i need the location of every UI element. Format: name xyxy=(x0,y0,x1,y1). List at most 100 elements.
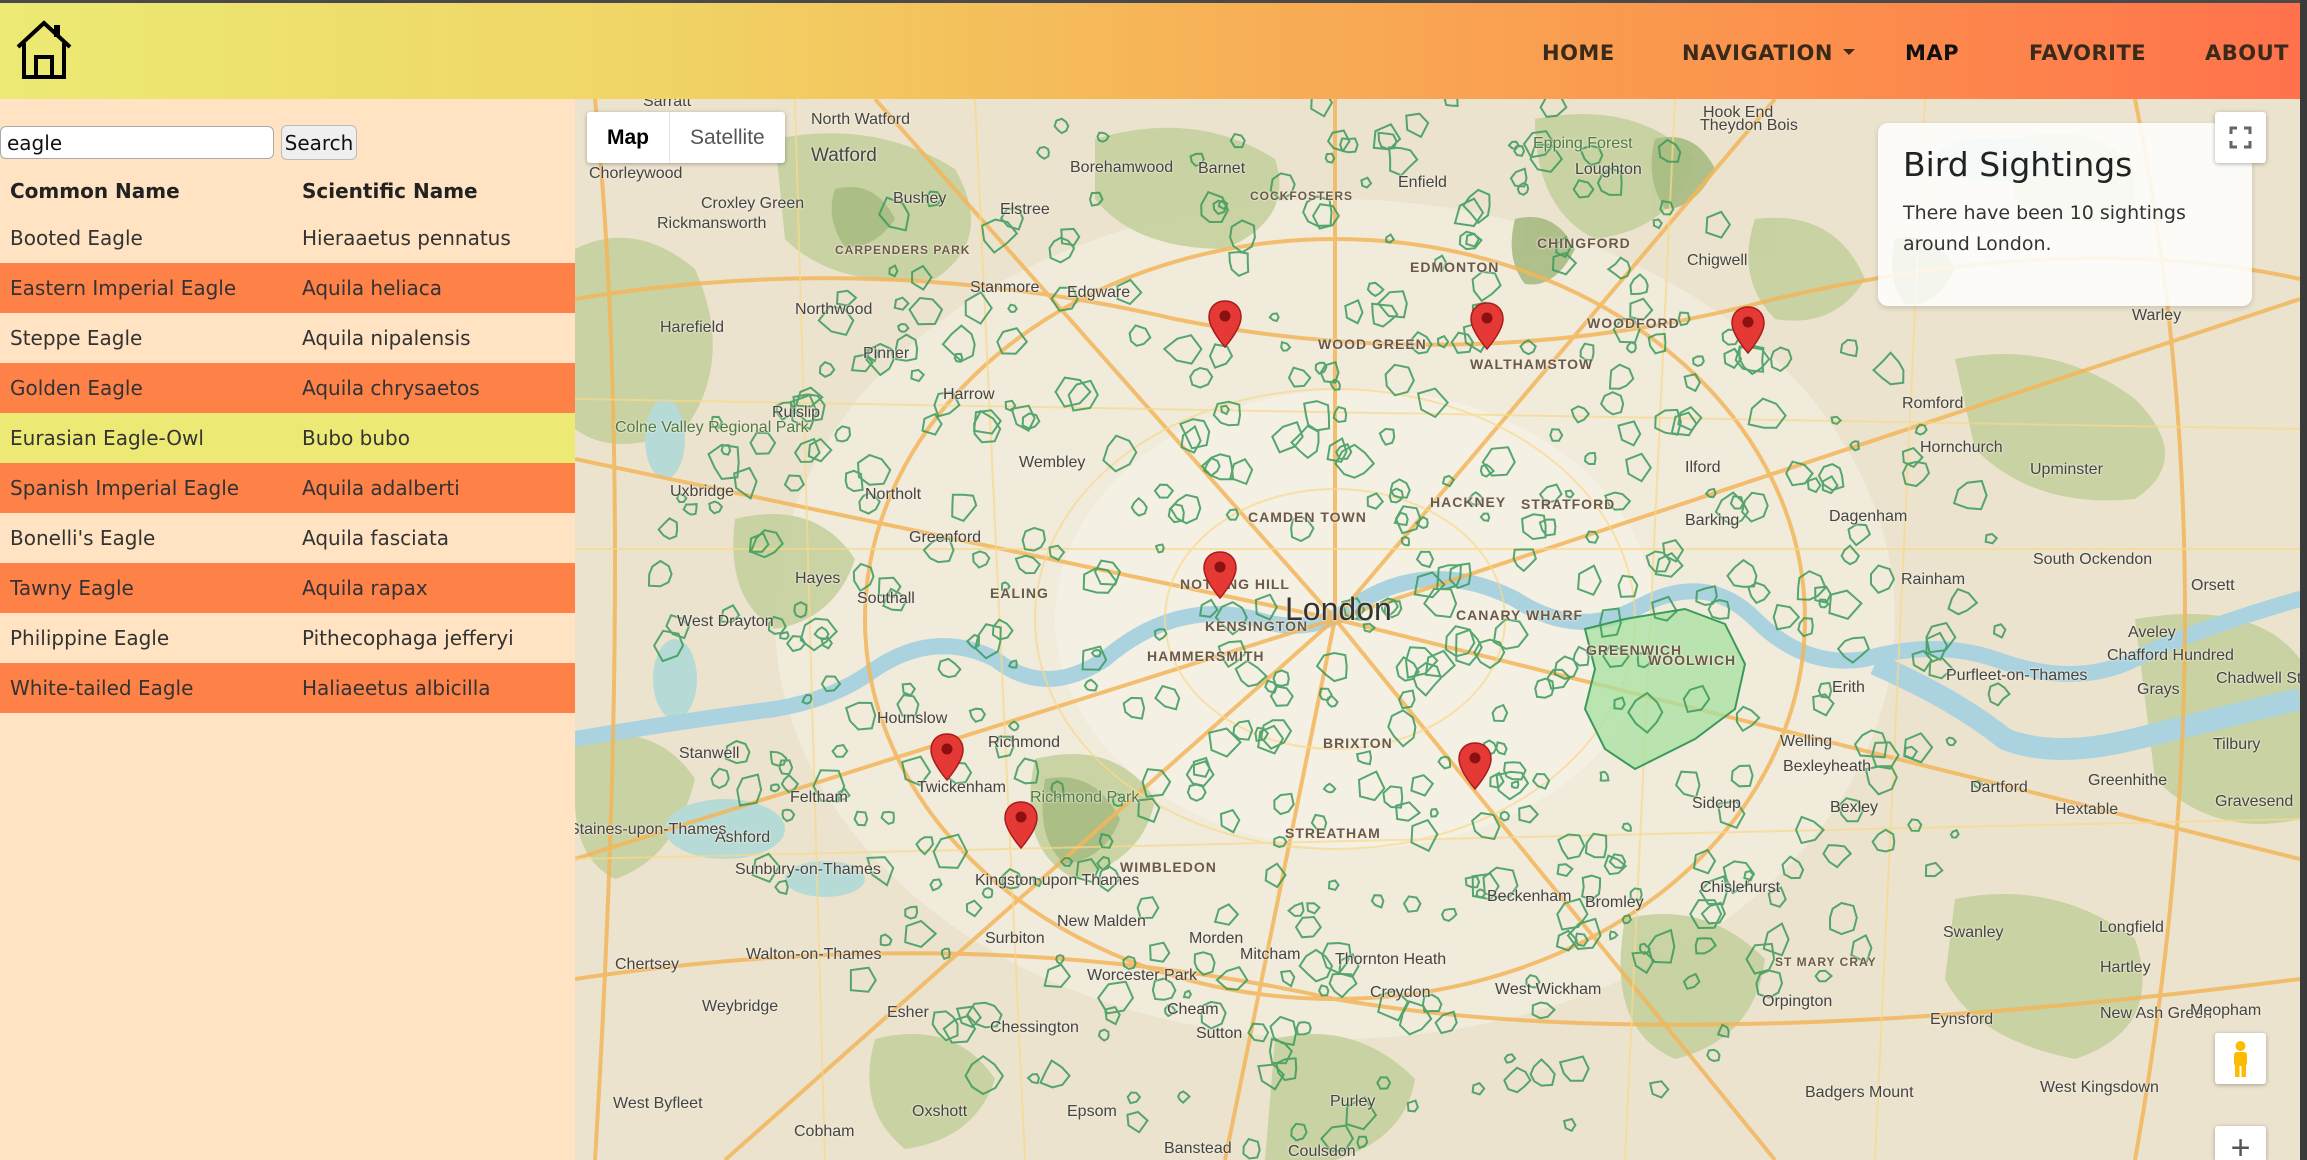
map-pin-icon[interactable] xyxy=(1202,550,1238,600)
map-label-town: Chadwell St Mary xyxy=(2216,670,2300,687)
table-row[interactable]: Booted Eagle Hieraaetus pennatus xyxy=(0,213,575,263)
fullscreen-button[interactable] xyxy=(2215,112,2266,163)
map-label-town: West Wickham xyxy=(1495,981,1602,998)
map-label-town: Sunbury-on-Thames xyxy=(735,861,881,878)
map-label-town: Watford xyxy=(811,145,877,166)
map-label-town: Dagenham xyxy=(1829,508,1908,525)
table-row[interactable]: Eurasian Eagle-Owl Bubo bubo xyxy=(0,413,575,463)
map-label-district: COCKFOSTERS xyxy=(1250,189,1354,203)
map-label-district: STREATHAM xyxy=(1285,825,1381,841)
table-row[interactable]: Philippine Eagle Pithecophaga jefferyi xyxy=(0,613,575,663)
map-label-town: Romford xyxy=(1902,395,1964,412)
map-label-town: Uxbridge xyxy=(670,483,735,500)
map-label-town: Chorleywood xyxy=(589,165,683,182)
map-pin-icon[interactable] xyxy=(1457,741,1493,791)
map-label-town: Croydon xyxy=(1370,984,1431,1001)
map-label-town: Chertsey xyxy=(615,956,680,973)
map-label-town: Dartford xyxy=(1970,779,2028,796)
map-label-town: West Kingsdown xyxy=(2040,1079,2159,1096)
cell-scientific-name: Hieraaetus pennatus xyxy=(302,226,511,250)
map-label-town: Meopham xyxy=(2190,1002,2262,1019)
map-label-town: Hextable xyxy=(2055,801,2119,818)
map-label-town: Purfleet-on-Thames xyxy=(1946,667,2088,684)
map-label-town: Mitcham xyxy=(1240,946,1301,963)
zoom-in-button[interactable]: + xyxy=(2215,1126,2266,1160)
nav-home-link[interactable]: HOME xyxy=(1542,41,1615,65)
map-label-district: CARPENDERS PARK xyxy=(835,243,971,257)
map-label-town: Banstead xyxy=(1164,1140,1232,1157)
map-label-town: Greenhithe xyxy=(2088,772,2168,789)
cell-common-name: Philippine Eagle xyxy=(10,626,170,650)
table-row[interactable]: Golden Eagle Aquila chrysaetos xyxy=(0,363,575,413)
nav-navigation-label: NAVIGATION xyxy=(1682,41,1833,65)
map-label-town: Bromley xyxy=(1585,894,1644,911)
map-label-town: Esher xyxy=(887,1004,929,1021)
map-label-town: Cobham xyxy=(794,1123,855,1140)
map-label-park: Colne Valley Regional Park xyxy=(615,419,809,436)
map-label-town: Harrow xyxy=(943,386,995,403)
map-label-town: Enfield xyxy=(1398,174,1447,191)
table-row[interactable]: Tawny Eagle Aquila rapax xyxy=(0,563,575,613)
nav-favorite-link[interactable]: FAVORITE xyxy=(2029,41,2146,65)
map-type-satellite-button[interactable]: Satellite xyxy=(670,112,785,163)
cell-common-name: Eastern Imperial Eagle xyxy=(0,263,292,313)
map-pin-icon[interactable] xyxy=(1207,299,1243,349)
column-header-common-name: Common Name xyxy=(10,178,180,203)
map-label-town: Northwood xyxy=(795,301,873,318)
map-pin-icon[interactable] xyxy=(1003,800,1039,850)
map-type-map-button[interactable]: Map xyxy=(587,112,670,163)
map-label-town: Orpington xyxy=(1762,993,1833,1010)
map-label-town: Orsett xyxy=(2191,577,2235,594)
map-label-town: West Drayton xyxy=(677,613,774,630)
table-row[interactable]: Eastern Imperial Eagle Aquila heliaca xyxy=(0,263,575,313)
map-label-town: Aveley xyxy=(2128,624,2176,641)
cell-scientific-name: Aquila rapax xyxy=(292,563,575,613)
map-label-town: Swanley xyxy=(1943,924,2004,941)
street-view-pegman-button[interactable] xyxy=(2215,1033,2266,1084)
map-label-district: EDMONTON xyxy=(1410,259,1500,275)
cell-scientific-name: Pithecophaga jefferyi xyxy=(302,626,514,650)
table-header-row: Common Name Scientific Name xyxy=(0,168,575,213)
map-label-town: South Ockendon xyxy=(2033,551,2153,568)
map-label-town: New Malden xyxy=(1057,913,1146,930)
map-pin-icon[interactable] xyxy=(1730,305,1766,355)
map-label-district: WOODFORD xyxy=(1587,315,1680,331)
map-label-town: Purley xyxy=(1330,1093,1376,1110)
cell-scientific-name: Bubo bubo xyxy=(292,413,575,463)
map-label-town: Rickmansworth xyxy=(657,215,767,232)
info-card-title: Bird Sightings xyxy=(1903,145,2133,184)
map-label-district: CHINGFORD xyxy=(1537,235,1631,251)
map-label-town: North Watford xyxy=(811,111,910,128)
map-label-town: Feltham xyxy=(790,789,848,806)
map-label-town: Barnet xyxy=(1198,160,1246,177)
cell-common-name: White-tailed Eagle xyxy=(0,663,292,713)
map-view[interactable]: London CAMDEN TOWN HACKNEY STRATFORD NOT… xyxy=(575,99,2300,1160)
map-label-town: Bushey xyxy=(893,190,947,207)
map-label-town: Walton-on-Thames xyxy=(746,946,882,963)
table-row[interactable]: Steppe Eagle Aquila nipalensis xyxy=(0,313,575,363)
cell-common-name: Eurasian Eagle-Owl xyxy=(0,413,292,463)
map-label-town: Barking xyxy=(1685,512,1740,529)
search-button[interactable]: Search xyxy=(281,125,357,160)
cell-common-name: Booted Eagle xyxy=(10,226,143,250)
map-label-town: Chislehurst xyxy=(1700,879,1781,896)
map-label-town: Wembley xyxy=(1019,454,1086,471)
table-row[interactable]: White-tailed Eagle Haliaeetus albicilla xyxy=(0,663,575,713)
map-pin-icon[interactable] xyxy=(929,732,965,782)
map-label-town: Hartley xyxy=(2100,959,2151,976)
map-pin-icon[interactable] xyxy=(1469,301,1505,351)
nav-map-link[interactable]: MAP xyxy=(1905,41,1959,65)
search-input[interactable] xyxy=(0,126,274,159)
map-label-park: Richmond Park xyxy=(1030,789,1140,806)
info-card: Bird Sightings There have been 10 sighti… xyxy=(1878,123,2252,306)
cell-scientific-name: Aquila fasciata xyxy=(302,526,450,550)
table-row[interactable]: Bonelli's Eagle Aquila fasciata xyxy=(0,513,575,563)
cell-common-name: Spanish Imperial Eagle xyxy=(0,463,292,513)
table-row[interactable]: Spanish Imperial Eagle Aquila adalberti xyxy=(0,463,575,513)
home-icon[interactable] xyxy=(14,17,74,81)
map-label-town: Chigwell xyxy=(1687,252,1748,269)
nav-about-link[interactable]: ABOUT xyxy=(2205,41,2289,65)
map-label-town: Hayes xyxy=(795,570,841,587)
nav-navigation-dropdown[interactable]: NAVIGATION xyxy=(1682,41,1855,65)
map-label-district: HACKNEY xyxy=(1430,494,1507,510)
